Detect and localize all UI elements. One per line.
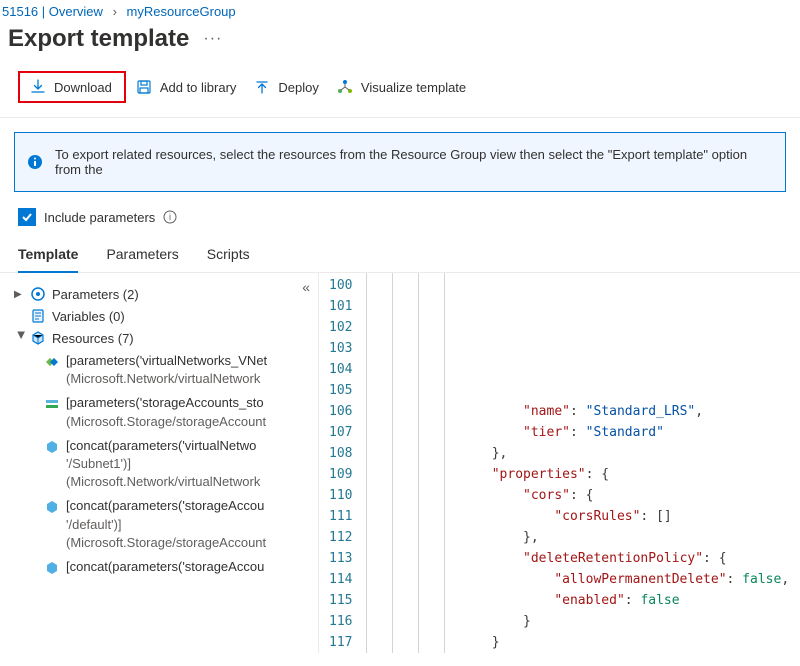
- resource-icon: [44, 396, 60, 417]
- deploy-label: Deploy: [278, 80, 318, 95]
- tabs: Template Parameters Scripts: [0, 238, 800, 273]
- include-parameters-label: Include parameters: [44, 210, 155, 225]
- svg-text:i: i: [169, 212, 171, 222]
- download-icon: [30, 79, 46, 95]
- info-icon: [27, 154, 43, 170]
- breadcrumb-separator-icon: ›: [113, 4, 117, 19]
- parameters-icon: [30, 286, 46, 302]
- check-icon: [21, 211, 33, 223]
- collapse-tree-icon[interactable]: «: [302, 279, 310, 295]
- resource-icon: [44, 439, 60, 460]
- add-to-library-label: Add to library: [160, 80, 237, 95]
- help-icon[interactable]: i: [163, 210, 177, 224]
- tab-scripts[interactable]: Scripts: [207, 238, 250, 272]
- breadcrumb: 51516 | Overview › myResourceGroup: [0, 0, 800, 21]
- resource-icon: [44, 499, 60, 520]
- line-numbers: 1001011021031041051061071081091101111121…: [319, 273, 366, 653]
- visualize-icon: [337, 79, 353, 95]
- page-header: Export template ···: [0, 21, 800, 63]
- include-parameters-checkbox[interactable]: [18, 208, 36, 226]
- resource-items: [parameters('virtualNetworks_VNet(Micros…: [14, 349, 314, 584]
- deploy-button[interactable]: Deploy: [254, 79, 318, 95]
- resource-item[interactable]: [parameters('storageAccounts_sto(Microso…: [44, 391, 314, 433]
- toolbar: Download Add to library Deploy Visualize…: [0, 63, 800, 118]
- resources-icon: [30, 330, 46, 346]
- content-area: « ▶ Parameters (2) Variables (0) ▶ Resou…: [0, 273, 800, 653]
- variables-icon: [30, 308, 46, 324]
- tree-node-label: Resources (7): [52, 331, 134, 346]
- resource-tree: « ▶ Parameters (2) Variables (0) ▶ Resou…: [0, 273, 319, 653]
- resource-item[interactable]: [concat(parameters('storageAccou: [44, 555, 314, 584]
- breadcrumb-link-overview[interactable]: 51516 | Overview: [2, 4, 103, 19]
- code-body: "name": "Standard_LRS", "tier": "Standar…: [366, 273, 800, 653]
- tree-node-variables[interactable]: Variables (0): [14, 305, 314, 327]
- include-parameters-row: Include parameters i: [0, 204, 800, 238]
- resource-item[interactable]: [parameters('virtualNetworks_VNet(Micros…: [44, 349, 314, 391]
- tree-node-parameters[interactable]: ▶ Parameters (2): [14, 283, 314, 305]
- page-title: Export template: [8, 25, 189, 53]
- resource-icon: [44, 354, 60, 375]
- code-editor[interactable]: 1001011021031041051061071081091101111121…: [319, 273, 800, 653]
- tab-parameters[interactable]: Parameters: [106, 238, 178, 272]
- visualize-button[interactable]: Visualize template: [337, 79, 466, 95]
- tree-node-label: Variables (0): [52, 309, 125, 324]
- deploy-icon: [254, 79, 270, 95]
- breadcrumb-link-resourcegroup[interactable]: myResourceGroup: [127, 4, 236, 19]
- download-label: Download: [54, 80, 112, 95]
- info-message: To export related resources, select the …: [55, 147, 773, 177]
- resource-item[interactable]: [concat(parameters('virtualNetwo'/Subnet…: [44, 434, 314, 495]
- visualize-label: Visualize template: [361, 80, 466, 95]
- chevron-right-icon: ▶: [14, 289, 28, 300]
- more-actions-icon[interactable]: ···: [203, 30, 222, 48]
- save-icon: [136, 79, 152, 95]
- tree-node-label: Parameters (2): [52, 287, 139, 302]
- add-to-library-button[interactable]: Add to library: [136, 79, 237, 95]
- tree-node-resources[interactable]: ▶ Resources (7): [14, 327, 314, 349]
- info-banner: To export related resources, select the …: [14, 132, 786, 192]
- resource-item[interactable]: [concat(parameters('storageAccou'/defaul…: [44, 494, 314, 555]
- download-button[interactable]: Download: [18, 71, 126, 103]
- chevron-down-icon: ▶: [16, 331, 27, 345]
- resource-icon: [44, 560, 60, 581]
- tab-template[interactable]: Template: [18, 238, 78, 272]
